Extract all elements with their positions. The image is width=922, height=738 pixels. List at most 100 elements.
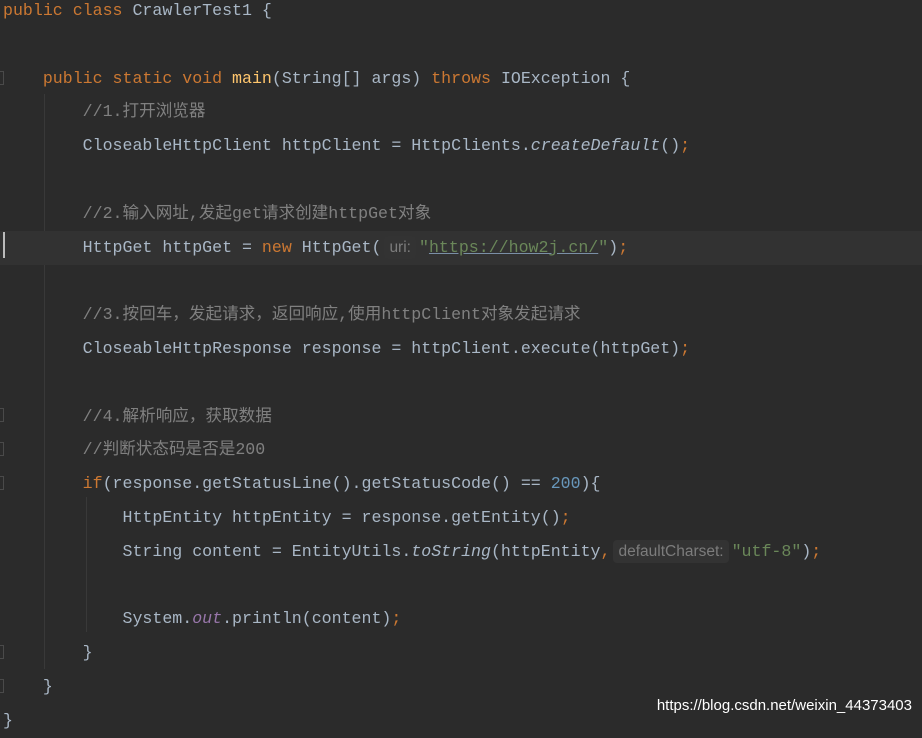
code-token: ; (391, 609, 402, 629)
code-line[interactable]: public static void main(String[] args) t… (0, 62, 922, 96)
code-token: HttpEntity httpEntity = response.getEnti… (122, 508, 561, 527)
code-text: if(response.getStatusLine().getStatusCod… (3, 467, 601, 501)
code-token: ) (801, 541, 812, 561)
code-text: HttpEntity httpEntity = response.getEnti… (3, 501, 571, 535)
code-token: ) (608, 237, 619, 257)
code-line[interactable]: //2.输入网址,发起get请求创建httpGet对象 (0, 197, 922, 231)
code-line[interactable]: //4.解析响应，获取数据 (0, 400, 922, 434)
code-token: , (600, 541, 611, 561)
code-token: 200 (550, 474, 581, 494)
code-token: ; (680, 136, 691, 156)
parameter-hint: uri: (384, 235, 416, 259)
code-line[interactable]: //判断状态码是否是200 (0, 433, 922, 467)
code-token: throws (431, 68, 501, 88)
code-line[interactable]: public class CrawlerTest1 { (0, 0, 922, 28)
code-token: } (3, 710, 13, 730)
code-token: CloseableHttpClient httpClient = HttpCli… (82, 136, 531, 156)
code-line[interactable]: //3.按回车，发起请求，返回响应,使用httpClient对象发起请求 (0, 298, 922, 332)
code-line[interactable]: HttpEntity httpEntity = response.getEnti… (0, 501, 922, 535)
code-text: public class CrawlerTest1 { (3, 0, 272, 28)
code-text: CloseableHttpResponse response = httpCli… (3, 332, 690, 366)
code-token: public class (3, 1, 133, 20)
code-token: new (261, 237, 302, 257)
code-line[interactable] (0, 163, 922, 197)
watermark: https://blog.csdn.net/weixin_44373403 (656, 697, 912, 714)
code-token: ; (680, 339, 691, 358)
code-text: //4.解析响应，获取数据 (3, 400, 272, 434)
code-text: CloseableHttpClient httpClient = HttpCli… (3, 129, 690, 163)
code-token: ; (560, 508, 571, 527)
code-token: if (82, 474, 103, 494)
code-token: //2.输入网址,发起get请求创建httpGet对象 (82, 203, 432, 223)
code-text: HttpGet httpGet = new HttpGet(uri: "https… (3, 231, 628, 265)
code-text: //判断状态码是否是200 (3, 433, 266, 467)
code-text: public static void main(String[] args) t… (3, 62, 631, 96)
code-text: } (3, 704, 13, 738)
code-token: //4.解析响应，获取数据 (82, 406, 272, 426)
code-token: "utf-8" (731, 541, 802, 561)
code-line[interactable]: if(response.getStatusLine().getStatusCod… (0, 467, 922, 501)
code-token: } (82, 643, 93, 663)
text-caret (3, 232, 5, 258)
code-line[interactable] (0, 264, 922, 298)
code-token: HttpGet( (301, 237, 382, 257)
code-token: ; (811, 541, 822, 561)
code-line[interactable]: System.out.println(content); (0, 602, 922, 636)
code-token: .println(content) (222, 609, 392, 629)
code-token: //判断状态码是否是200 (82, 440, 266, 460)
code-token: () (660, 136, 681, 156)
code-line[interactable]: //1.打开浏览器 (0, 95, 922, 129)
code-token: " (598, 237, 609, 257)
code-text: //2.输入网址,发起get请求创建httpGet对象 (3, 197, 432, 231)
code-line[interactable]: CloseableHttpClient httpClient = HttpCli… (0, 129, 922, 163)
code-text: } (3, 670, 53, 704)
code-line[interactable] (0, 366, 922, 400)
code-token: //1.打开浏览器 (82, 102, 206, 122)
code-token: createDefault (530, 136, 661, 156)
code-editor[interactable]: public class CrawlerTest1 { public stati… (0, 0, 922, 730)
code-token: CrawlerTest1 { (132, 1, 272, 20)
code-line[interactable]: } (0, 636, 922, 670)
code-text: //3.按回车，发起请求，返回响应,使用httpClient对象发起请求 (3, 298, 581, 332)
code-text: System.out.println(content); (3, 602, 402, 636)
code-line[interactable] (0, 569, 922, 603)
code-token: //3.按回车，发起请求，返回响应,使用httpClient对象发起请求 (82, 305, 581, 325)
code-token: (String[] args) (271, 68, 432, 88)
code-token: } (42, 677, 53, 696)
code-token: String content = EntityUtils. (122, 541, 412, 561)
code-text: } (3, 636, 93, 670)
code-line[interactable] (0, 28, 922, 62)
code-line[interactable]: String content = EntityUtils.toString(ht… (0, 535, 922, 569)
code-token: toString (411, 541, 491, 561)
code-text: //1.打开浏览器 (3, 95, 206, 129)
code-token: System. (122, 609, 193, 629)
code-token: ){ (580, 474, 601, 494)
code-token: " (418, 237, 429, 257)
code-line[interactable]: HttpGet httpGet = new HttpGet(uri: "https… (0, 230, 922, 265)
code-token: https://how2j.cn/ (428, 237, 599, 257)
code-token: IOException { (500, 68, 631, 88)
code-token: HttpGet httpGet = (82, 237, 262, 257)
code-text: String content = EntityUtils.toString(ht… (3, 535, 821, 569)
code-token: public static void (42, 68, 233, 88)
code-token: out (192, 609, 223, 629)
code-token: ; (618, 237, 629, 257)
parameter-hint: defaultCharset: (613, 539, 729, 563)
code-line[interactable]: CloseableHttpResponse response = httpCli… (0, 332, 922, 366)
code-token: CloseableHttpResponse response = httpCli… (82, 339, 681, 358)
code-token: main (232, 68, 272, 88)
